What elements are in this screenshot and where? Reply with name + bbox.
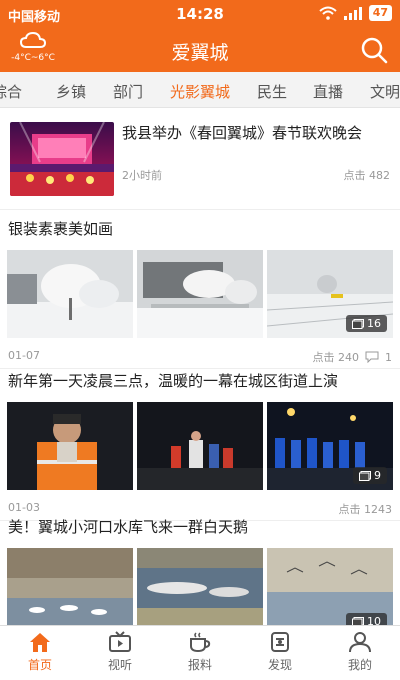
status-bar: 中国移动 14:28 47 <box>0 0 400 28</box>
coffee-icon <box>190 632 211 653</box>
photo-count: 16 <box>367 317 381 330</box>
article-image <box>7 250 133 338</box>
signal-icon <box>343 7 362 20</box>
nav-profile[interactable]: 我的 <box>320 631 400 673</box>
feature-thumbnail <box>10 122 114 196</box>
article-headline: 新年第一天凌晨三点，温暖的一幕在城区街道上演 <box>8 372 339 390</box>
article-image <box>7 548 133 636</box>
tab-civilization[interactable]: 文明 <box>370 81 400 102</box>
article-meta: 点击 240 1 <box>313 349 393 365</box>
tab-livelihood[interactable]: 民生 <box>257 81 287 102</box>
photo-count-badge: 9 <box>353 467 387 484</box>
battery-icon: 47 <box>368 5 392 21</box>
nav-label: 报料 <box>187 658 212 672</box>
article-date: 01-03 <box>8 501 40 514</box>
article-images: 9 <box>7 402 393 490</box>
photo-count: 9 <box>374 469 381 482</box>
article-image <box>137 548 263 636</box>
home-icon <box>30 633 50 652</box>
category-tabs: 综合 乡镇 部门 光影翼城 民生 直播 文明 <box>0 72 400 108</box>
wifi-icon <box>319 6 337 20</box>
nav-label: 首页 <box>27 658 52 672</box>
tab-comprehensive[interactable]: 综合 <box>0 81 22 102</box>
app-title: 爱翼城 <box>171 42 229 64</box>
tab-live[interactable]: 直播 <box>313 81 343 102</box>
tab-towns[interactable]: 乡镇 <box>56 81 86 102</box>
article-views: 点击 240 <box>312 351 360 364</box>
feature-time: 2小时前 <box>122 169 162 182</box>
nav-video[interactable]: 视听 <box>80 631 160 673</box>
app-bar: -4°C~6°C 爱翼城 <box>0 28 400 72</box>
article-images: 10 <box>7 548 393 636</box>
search-icon[interactable] <box>360 36 388 64</box>
article-date: 01-07 <box>8 349 40 362</box>
tv-icon <box>109 631 131 652</box>
photo-count-badge: 16 <box>346 315 387 332</box>
nav-home[interactable]: 首页 <box>0 631 80 673</box>
tab-departments[interactable]: 部门 <box>113 81 143 102</box>
status-icons: 47 <box>319 5 392 21</box>
article-meta: 点击 1243 <box>339 501 393 517</box>
bottom-nav: 首页 视听 报料 发现 我的 <box>0 625 400 680</box>
divider <box>0 368 400 369</box>
article-image <box>137 402 263 490</box>
feature-title: 我县举办《春回翼城》春节联欢晚会 <box>122 124 363 142</box>
nav-discover[interactable]: 发现 <box>240 631 320 673</box>
article-headline: 美！翼城小河口水库飞来一群白天鹅 <box>8 518 249 536</box>
nav-report[interactable]: 报料 <box>160 631 240 673</box>
nav-label: 我的 <box>347 658 372 672</box>
discover-icon <box>271 632 289 652</box>
article-image: 16 <box>267 250 393 338</box>
user-icon <box>349 632 371 653</box>
article-views: 点击 1243 <box>338 503 393 516</box>
article-image: 10 <box>267 548 393 636</box>
article-image <box>7 402 133 490</box>
article-image: 9 <box>267 402 393 490</box>
feature-views: 点击 482 <box>343 169 391 182</box>
article-images: 16 <box>7 250 393 338</box>
tab-yicheng-photos[interactable]: 光影翼城 <box>170 81 230 102</box>
article-headline: 银装素裹美如画 <box>8 220 114 238</box>
gallery-icon <box>359 470 371 481</box>
article-comments: 1 <box>385 350 392 364</box>
nav-label: 发现 <box>267 658 292 672</box>
nav-label: 视听 <box>107 658 132 672</box>
gallery-icon <box>352 318 364 329</box>
comment-icon <box>365 351 379 363</box>
article-image <box>137 250 263 338</box>
feature-article[interactable]: 我县举办《春回翼城》春节联欢晚会 2小时前 点击 482 <box>0 108 400 210</box>
